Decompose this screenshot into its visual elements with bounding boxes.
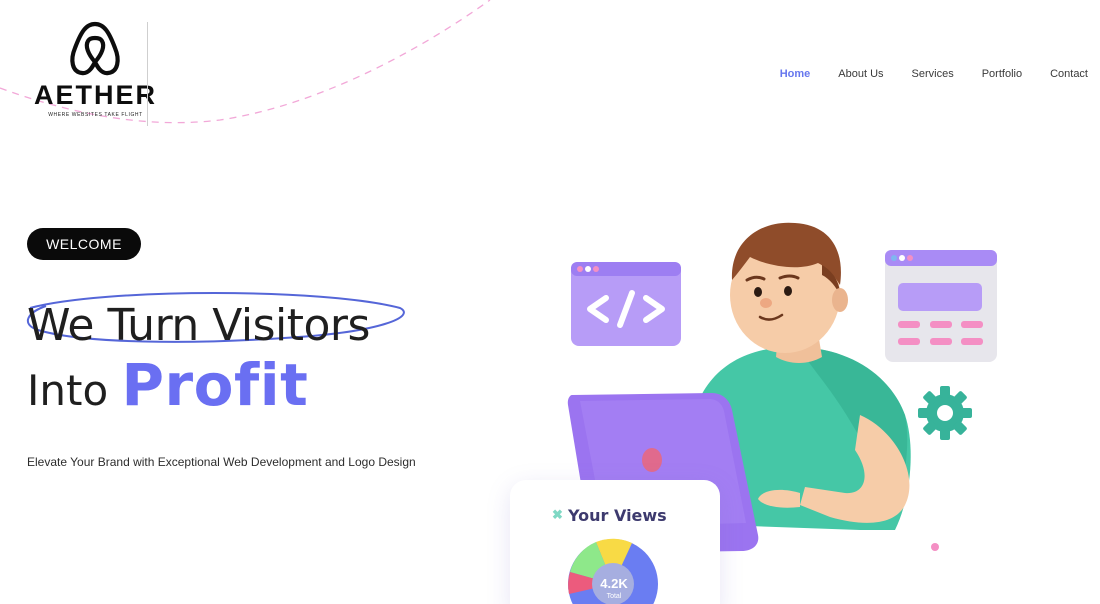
brand-name: AETHER bbox=[33, 80, 157, 110]
gear-icon bbox=[918, 386, 972, 440]
views-card-title: Your Views bbox=[568, 506, 667, 525]
views-value: 4.2K bbox=[600, 576, 628, 591]
views-label: Total bbox=[606, 593, 622, 600]
nav-services[interactable]: Services bbox=[912, 68, 954, 80]
main-nav: Home About Us Services Portfolio Contact bbox=[780, 68, 1088, 80]
headline-highlight: Profit bbox=[121, 351, 309, 419]
logo-mark-icon bbox=[70, 21, 120, 76]
nav-home[interactable]: Home bbox=[780, 68, 811, 80]
nav-about-us[interactable]: About Us bbox=[838, 68, 883, 80]
headline-line-1: We Turn Visitors bbox=[27, 300, 370, 351]
welcome-badge: WELCOME bbox=[27, 228, 141, 260]
brand-tagline: WHERE WEBSITES TAKE FLIGHT bbox=[48, 112, 143, 118]
hero-headline: We Turn Visitors Into Profit bbox=[27, 298, 370, 422]
nav-portfolio[interactable]: Portfolio bbox=[982, 68, 1022, 80]
headline-prefix: Into bbox=[27, 366, 109, 415]
headline-line-2: Into Profit bbox=[27, 354, 370, 422]
x-sparkle-icon: ✖ bbox=[552, 507, 563, 522]
header-divider bbox=[147, 22, 148, 126]
form-window-icon bbox=[885, 250, 997, 362]
code-window-icon bbox=[571, 262, 681, 346]
decorative-dot bbox=[931, 543, 939, 551]
nav-contact[interactable]: Contact bbox=[1050, 68, 1088, 80]
hero-subtitle: Elevate Your Brand with Exceptional Web … bbox=[27, 455, 416, 469]
